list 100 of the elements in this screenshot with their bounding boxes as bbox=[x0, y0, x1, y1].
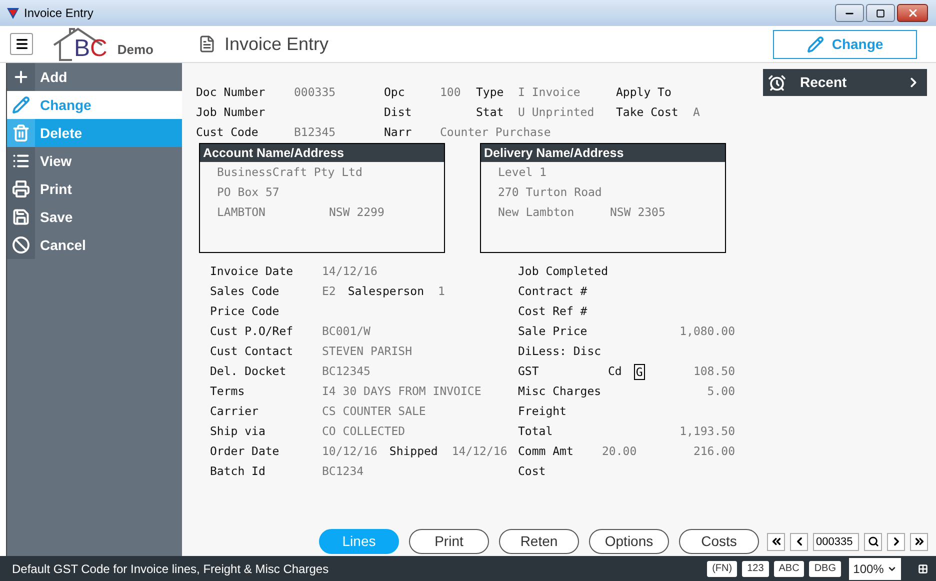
field-value: 000335 bbox=[294, 85, 336, 100]
status-indicator[interactable]: (FN) bbox=[707, 560, 738, 576]
field-label: Narr bbox=[384, 125, 412, 140]
field-value: 1 bbox=[438, 283, 445, 300]
action-button[interactable]: Costs bbox=[679, 529, 759, 554]
field-label: Del. Docket bbox=[210, 364, 286, 378]
save-icon bbox=[12, 208, 30, 226]
field-label: Price Code bbox=[210, 304, 280, 318]
field-value: Counter Purchase bbox=[440, 125, 551, 140]
menu-icon bbox=[14, 37, 28, 51]
field-label: Apply To bbox=[616, 85, 672, 100]
field-label: Type bbox=[476, 85, 504, 100]
field-label: Doc Number bbox=[196, 85, 266, 100]
field-value: 14/12/16 bbox=[322, 263, 378, 280]
field-label: Terms bbox=[210, 384, 245, 398]
pencil-icon bbox=[12, 96, 30, 114]
field-value: I Invoice bbox=[518, 85, 580, 100]
field-label: Cost Ref # bbox=[518, 304, 588, 318]
field-label: Cust Code bbox=[196, 125, 258, 140]
previous-button[interactable] bbox=[790, 532, 808, 550]
recent-button[interactable]: Recent bbox=[763, 69, 927, 96]
field-label: Order Date bbox=[210, 444, 280, 458]
maximize-button[interactable] bbox=[866, 4, 895, 22]
pencil-icon bbox=[806, 36, 824, 52]
trash-icon bbox=[12, 124, 30, 142]
field-label: Comm Amt bbox=[518, 444, 574, 458]
field-label: Cost bbox=[518, 464, 546, 478]
logo-label: Demo bbox=[117, 41, 154, 60]
next-button[interactable] bbox=[887, 532, 905, 550]
last-icon bbox=[912, 535, 926, 548]
field-value: LAMBTON bbox=[217, 205, 266, 220]
close-icon bbox=[906, 7, 918, 19]
field-label: Cd bbox=[608, 363, 622, 380]
minimize-button[interactable] bbox=[835, 4, 864, 22]
last-record-button[interactable] bbox=[910, 532, 928, 550]
search-button[interactable] bbox=[864, 532, 882, 550]
field-label: Shipped bbox=[389, 443, 438, 460]
page-title: Invoice Entry bbox=[224, 32, 329, 56]
field-value: I4 30 DAYS FROM INVOICE bbox=[322, 383, 482, 400]
field-label: Salesperson bbox=[348, 283, 424, 300]
field-label: Invoice Date bbox=[210, 264, 294, 278]
action-button[interactable]: Print bbox=[409, 529, 489, 554]
field-label: Take Cost bbox=[616, 105, 678, 120]
record-field[interactable]: 000335 bbox=[813, 532, 859, 550]
field-label: Sale Price bbox=[518, 324, 588, 338]
field-label: Job Number bbox=[196, 105, 266, 120]
field-label: Misc Charges bbox=[518, 384, 602, 398]
logo-text: BC bbox=[74, 37, 108, 61]
field-value: 1,193.50 bbox=[680, 424, 735, 438]
list-icon bbox=[12, 152, 30, 170]
status-indicator[interactable]: DBG bbox=[809, 560, 841, 576]
action-button[interactable]: Options bbox=[589, 529, 669, 554]
field-label: Stat bbox=[476, 105, 504, 120]
status-message: Default GST Code for Invoice lines, Freight & Misc Charges bbox=[12, 560, 329, 578]
cancel-icon bbox=[12, 236, 30, 254]
field-value: BC12345 bbox=[322, 363, 370, 380]
plus-icon bbox=[12, 68, 30, 86]
field-label: Ship via bbox=[210, 424, 266, 438]
field-label: Opc bbox=[384, 85, 405, 100]
action-button[interactable]: Reten bbox=[499, 529, 579, 554]
first-record-button[interactable] bbox=[767, 532, 785, 550]
field-value: BC001/W bbox=[322, 323, 370, 340]
code-field[interactable]: G bbox=[634, 364, 645, 380]
field-label: Cust P.O/Ref bbox=[210, 324, 294, 338]
field-value: 216.00 bbox=[693, 444, 735, 458]
field-label: Total bbox=[518, 424, 553, 438]
field-value: 270 Turton Road bbox=[498, 185, 602, 200]
field-label: Job Completed bbox=[518, 264, 608, 278]
first-icon bbox=[770, 535, 782, 548]
field-value: 100 bbox=[440, 85, 461, 100]
close-button[interactable] bbox=[897, 4, 928, 22]
field-value: B12345 bbox=[294, 125, 336, 140]
field-value: Level 1 bbox=[498, 165, 546, 180]
field-label: Batch Id bbox=[210, 464, 266, 478]
printer-icon bbox=[12, 180, 30, 198]
field-value: PO Box 57 bbox=[217, 185, 280, 200]
alarm-clock-icon bbox=[768, 74, 786, 92]
field-value: E2 bbox=[322, 283, 336, 300]
field-value: 1,080.00 bbox=[680, 324, 735, 338]
grid-icon bbox=[918, 564, 928, 574]
document-icon bbox=[198, 35, 216, 53]
panel-header: Delivery Name/Address bbox=[481, 144, 725, 162]
field-value: 5.00 bbox=[707, 384, 735, 398]
field-value: 14/12/16 bbox=[452, 443, 508, 460]
field-value: NSW 2305 bbox=[610, 205, 666, 220]
search-icon bbox=[868, 536, 878, 547]
field-label: Cust Contact bbox=[210, 344, 294, 358]
field-value: 10/12/16 bbox=[322, 443, 378, 460]
field-label: DiLess: Disc bbox=[518, 344, 602, 358]
menu-button[interactable] bbox=[10, 33, 33, 55]
status-indicator[interactable]: 123 bbox=[742, 560, 769, 576]
field-value: BC1234 bbox=[322, 463, 364, 480]
zoom-dropdown[interactable]: 100% bbox=[849, 558, 901, 580]
field-value: 20.00 bbox=[602, 443, 637, 460]
field-value: CS COUNTER SALE bbox=[322, 403, 426, 420]
status-indicator[interactable]: ABC bbox=[774, 560, 804, 576]
panel-header: Account Name/Address bbox=[200, 144, 444, 162]
field-label: Contract # bbox=[518, 284, 588, 298]
field-label: Freight bbox=[518, 404, 566, 418]
field-label: Carrier bbox=[210, 404, 258, 418]
